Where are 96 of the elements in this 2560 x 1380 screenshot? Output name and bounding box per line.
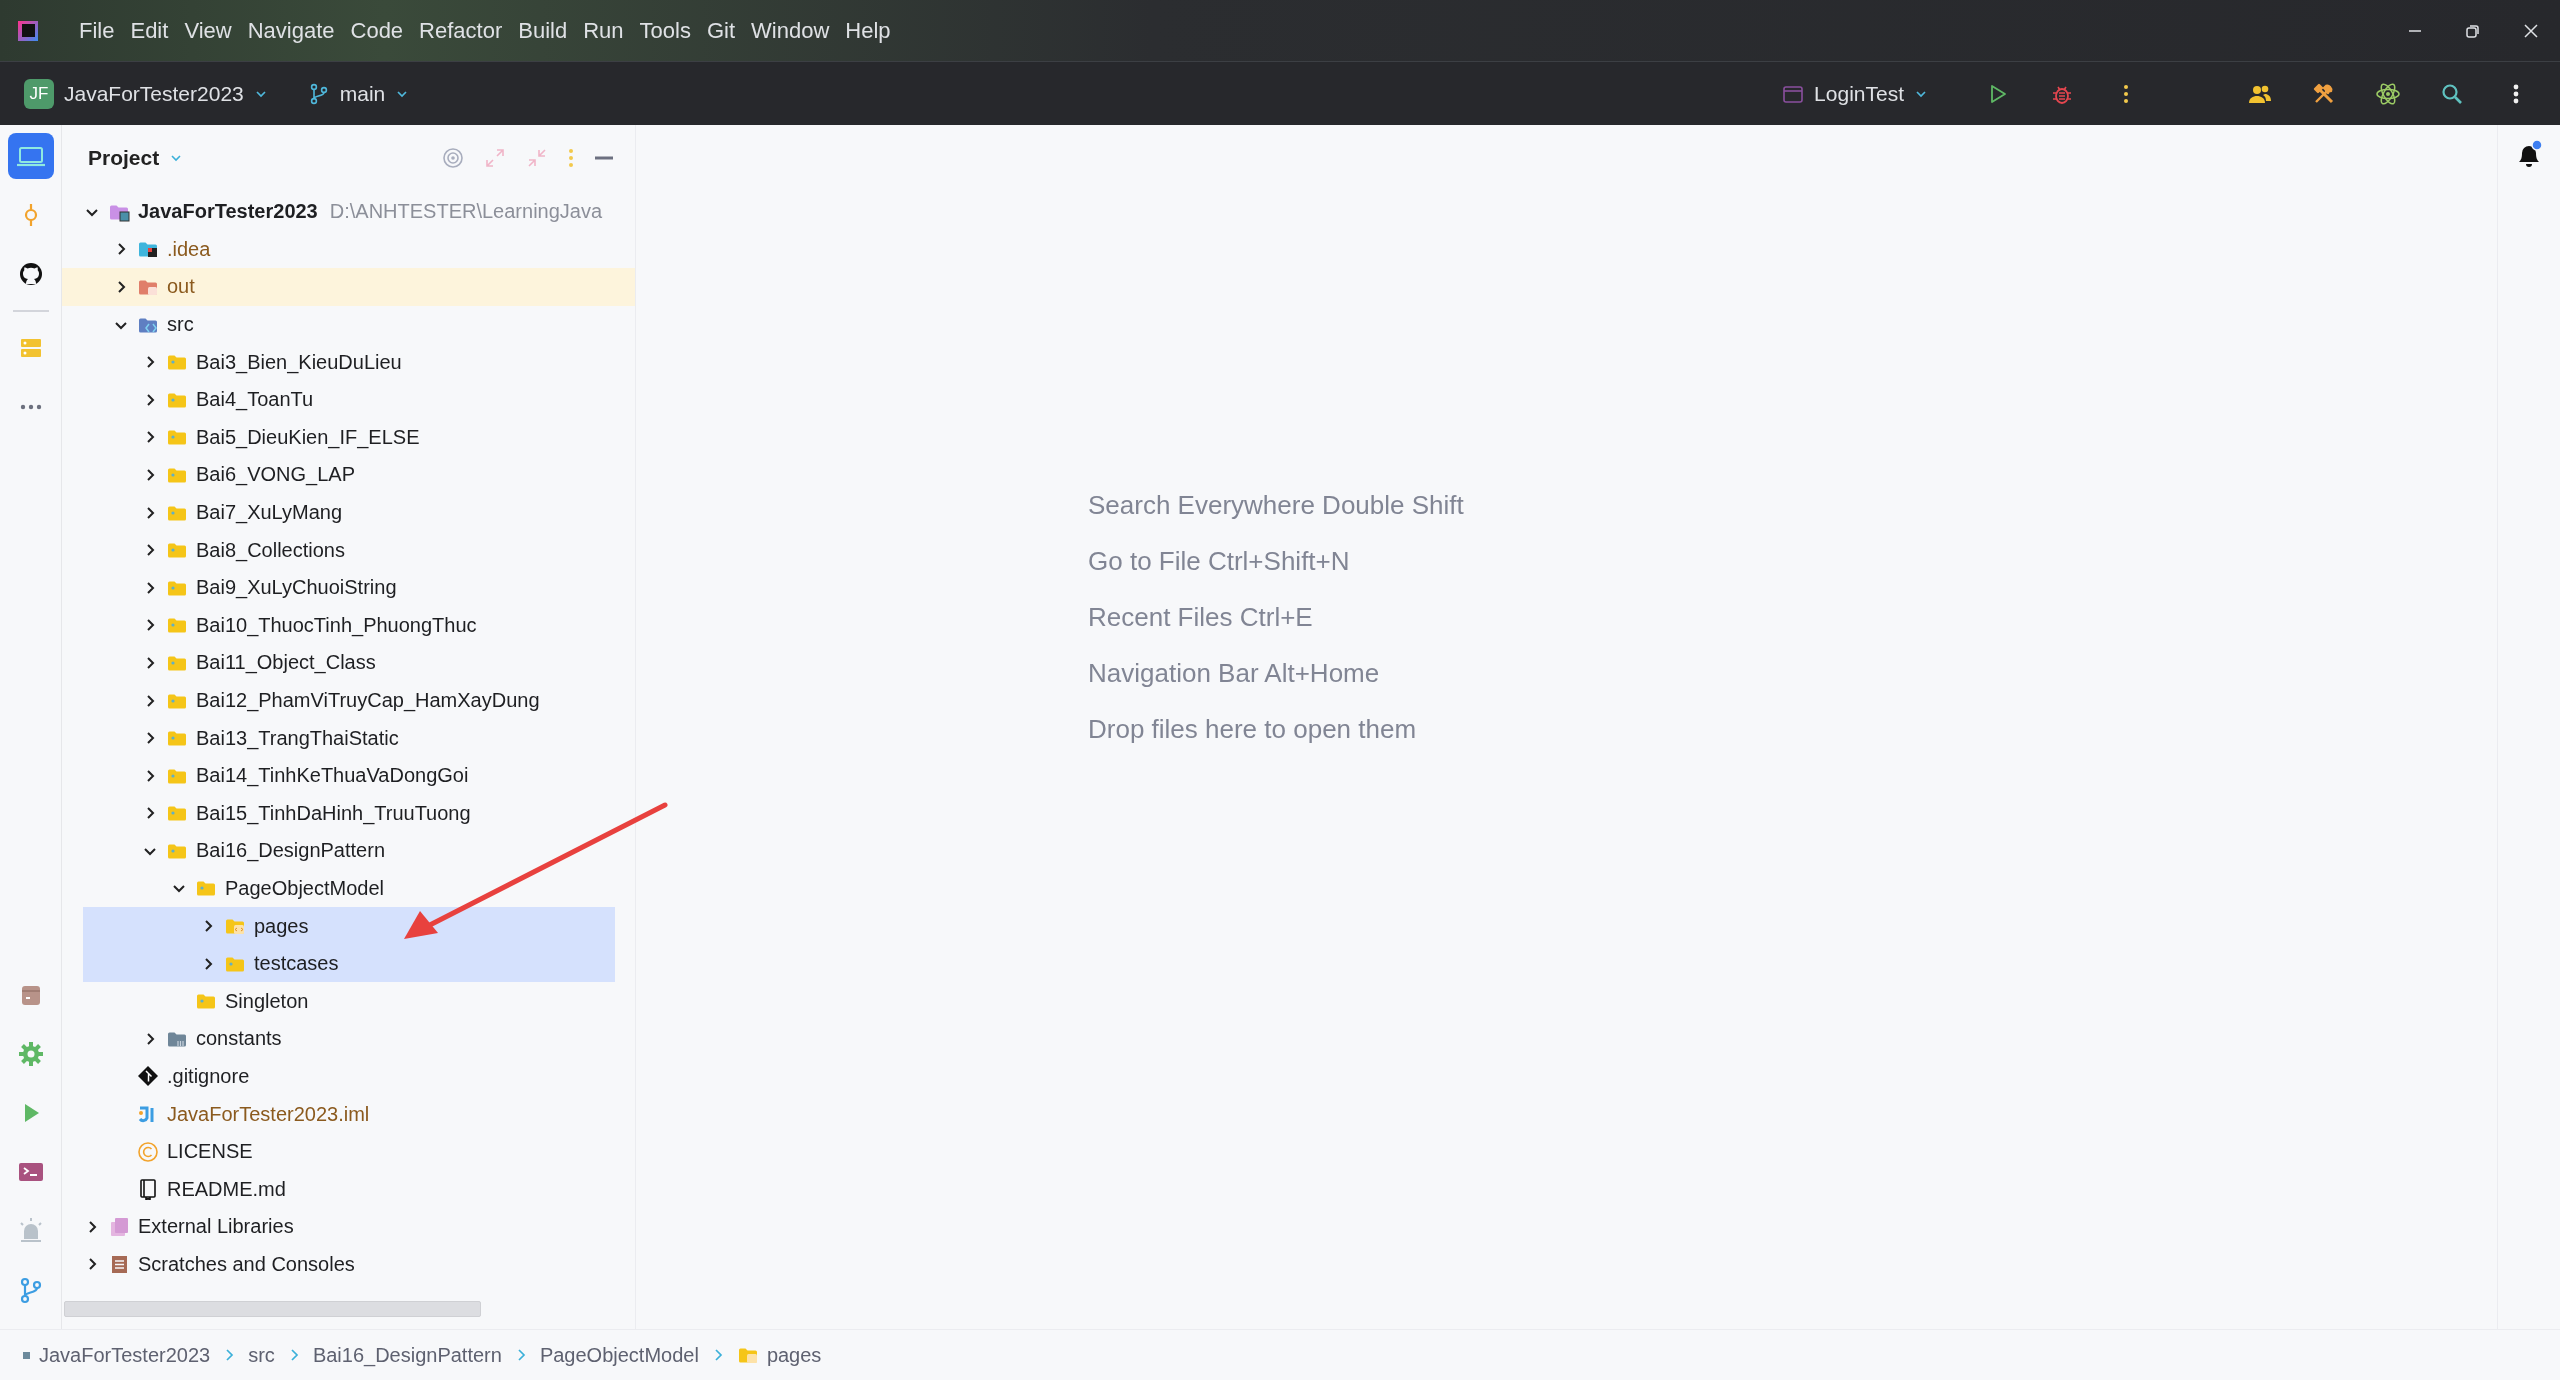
search-icon[interactable]: [2440, 81, 2464, 106]
item-label: Bai15_TinhDaHinh_TruuTuong: [196, 801, 471, 825]
tree-item[interactable]: Bai4_ToanTu: [62, 380, 635, 419]
library-icon: [108, 1215, 130, 1238]
item-label: Bai16_DesignPattern: [196, 839, 385, 863]
tree-item[interactable]: Bai9_XuLyChuoiString: [62, 568, 635, 607]
tree-item[interactable]: Bai3_Bien_KieuDuLieu: [62, 343, 635, 381]
breadcrumb-item[interactable]: Bai16_DesignPattern: [312, 1343, 502, 1367]
item-label: .idea: [167, 237, 211, 261]
book-icon: [137, 1178, 159, 1201]
item-label: Bai4_ToanTu: [196, 388, 314, 412]
tree-item[interactable]: Bai14_TinhKeThuaVaDongGoi: [62, 756, 635, 795]
item-label: pages: [254, 914, 309, 938]
item-label: Bai7_XuLyMang: [196, 501, 343, 525]
item-label: Bai14_TinhKeThuaVaDongGoi: [196, 764, 469, 788]
breadcrumb-item[interactable]: pages: [736, 1343, 822, 1367]
item-label: out: [167, 275, 195, 299]
project-selector[interactable]: JF JavaForTester2023: [22, 72, 278, 115]
tree-item[interactable]: Bai8_Collections: [62, 531, 635, 569]
tree-item[interactable]: README.md: [62, 1170, 635, 1209]
item-label: README.md: [167, 1177, 286, 1201]
item-label: Singleton: [225, 989, 309, 1013]
tree-item[interactable]: Bai15_TinhDaHinh_TruuTuong: [62, 794, 635, 833]
tree-item[interactable]: Bai11_Object_Class: [62, 644, 635, 682]
tree-item[interactable]: Bai13_TrangThaiStatic: [62, 719, 635, 757]
item-label: Bai3_Bien_KieuDuLieu: [196, 350, 402, 374]
tree-item[interactable]: src: [62, 305, 635, 344]
tree-item[interactable]: .idea: [62, 230, 635, 269]
tree-item[interactable]: JavaForTester2023.iml: [62, 1095, 635, 1133]
tree-item[interactable]: PageObjectModel: [62, 869, 635, 908]
tree-item[interactable]: Bai7_XuLyMang: [62, 493, 635, 532]
tree-item[interactable]: Bai12_PhamViTruyCap_HamXayDung: [62, 681, 635, 720]
breadcrumb-item[interactable]: PageObjectModel: [539, 1343, 699, 1367]
item-label: Bai6_VONG_LAP: [196, 463, 355, 487]
tree-item[interactable]: External Libraries: [62, 1208, 635, 1246]
breadcrumb-item[interactable]: JavaForTester2023: [22, 1343, 211, 1367]
item-label: JavaForTester2023.iml: [167, 1102, 370, 1126]
project-view-dropdown[interactable]: Project: [88, 146, 184, 170]
item-label: PageObjectModel: [225, 877, 384, 900]
copyright-icon: [137, 1140, 159, 1163]
laptop-tool-button[interactable]: [7, 133, 54, 179]
hint-text: Navigation Bar Alt+Home: [1088, 658, 1381, 688]
item-label: Bai10_ThuocTinh_PhuongThuc: [196, 613, 477, 637]
tree-item[interactable]: Scratches and Consoles: [62, 1245, 635, 1284]
hint-text: Drop files here to open them: [1088, 714, 1418, 744]
item-label: constants: [196, 1027, 282, 1051]
item-label: src: [167, 313, 194, 337]
menu-item[interactable]: Edit: [123, 11, 176, 50]
item-label: Bai9_XuLyChuoiString: [196, 576, 397, 600]
menu-item[interactable]: Refactor: [412, 11, 510, 50]
item-label: External Libraries: [138, 1215, 294, 1239]
item-label: Bai5_DieuKien_IF_ELSE: [196, 425, 420, 449]
run-configuration-selector[interactable]: LoginTest: [1780, 75, 1938, 112]
item-label: Bai11_Object_Class: [196, 651, 376, 675]
tree-item[interactable]: Bai10_ThuocTinh_PhuongThuc: [62, 606, 635, 645]
app-logo-icon[interactable]: [18, 20, 38, 41]
item-label: Bai8_Collections: [196, 538, 345, 562]
menu-item[interactable]: File: [72, 11, 122, 50]
tree-item[interactable]: LICENSE: [62, 1132, 635, 1171]
diamond-icon: [137, 1065, 159, 1088]
menu-item[interactable]: Git: [699, 11, 743, 50]
tree-item[interactable]: Bai6_VONG_LAP: [62, 456, 635, 494]
tree-item[interactable]: .gitignore: [62, 1057, 635, 1096]
menu-item[interactable]: Build: [511, 11, 575, 50]
tree-item[interactable]: constants: [62, 1020, 635, 1058]
item-label: Bai13_TrangThaiStatic: [196, 726, 399, 750]
square-icon: [22, 1350, 31, 1360]
atom-icon[interactable]: [2376, 81, 2400, 106]
item-label: LICENSE: [167, 1140, 253, 1164]
item-label: Scratches and Consoles: [138, 1252, 355, 1276]
hint-text: Go to File Ctrl+Shift+N: [1088, 546, 1351, 576]
tree-item[interactable]: Singleton: [62, 982, 635, 1021]
menu-item[interactable]: Window: [744, 11, 837, 50]
tree-item[interactable]: Bai16_DesignPattern: [62, 832, 635, 870]
tree-item[interactable]: out: [62, 268, 635, 306]
tree-item[interactable]: pages: [83, 907, 615, 945]
tools-icon[interactable]: [2312, 81, 2336, 106]
tree-item[interactable]: Bai5_DieuKien_IF_ELSE: [62, 418, 635, 457]
menu-item[interactable]: View: [177, 11, 239, 50]
tree-item[interactable]: JavaForTester2023 D:\ANHTESTER\LearningJava: [62, 193, 635, 231]
horizontal-scrollbar[interactable]: [64, 1301, 481, 1317]
path-label: D:\ANHTESTER\LearningJava: [329, 200, 603, 224]
branch-selector[interactable]: main: [305, 75, 420, 112]
item-label: .gitignore: [167, 1064, 250, 1088]
menu-item[interactable]: Help: [838, 11, 898, 50]
tree-item[interactable]: testcases: [83, 944, 615, 983]
menu-item[interactable]: Tools: [632, 11, 698, 50]
item-label: testcases: [254, 952, 339, 976]
hint-text: Recent Files Ctrl+E: [1088, 602, 1314, 632]
menu-item[interactable]: Run: [576, 11, 631, 50]
menu-item[interactable]: Navigate: [240, 11, 342, 50]
item-label: Bai12_PhamViTruyCap_HamXayDung: [196, 689, 540, 712]
item-label: JavaForTester2023: [138, 200, 318, 224]
breadcrumb-item[interactable]: src: [248, 1343, 275, 1367]
hint-text: Search Everywhere Double Shift: [1088, 490, 1465, 520]
menu-item[interactable]: Code: [343, 11, 411, 50]
